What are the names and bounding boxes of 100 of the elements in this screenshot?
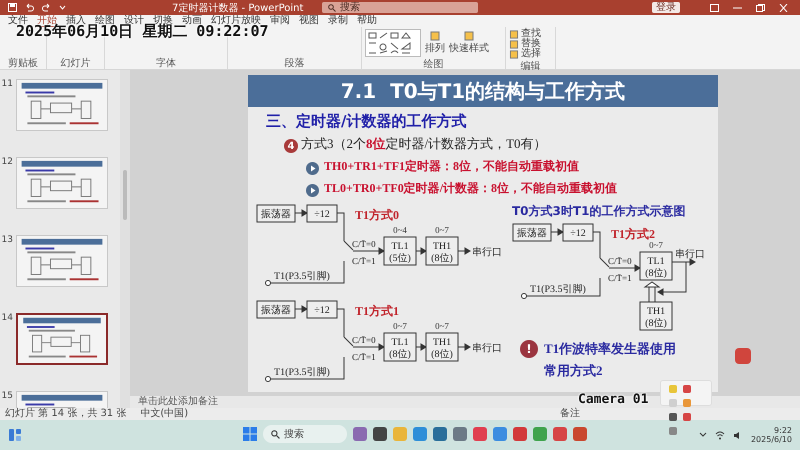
ribbon-button[interactable]: 排列: [425, 29, 445, 54]
square-icon: [509, 50, 519, 58]
app-icon[interactable]: [353, 427, 367, 441]
slide-counter: 幻灯片 第 14 张，共 31 张: [5, 408, 126, 420]
ribbon-tab[interactable]: 帮助: [357, 15, 377, 27]
pin-label: T1(P3.5引脚): [274, 367, 330, 378]
sign-in-button[interactable]: 登录: [652, 2, 680, 13]
app-icon[interactable]: [553, 427, 567, 441]
restore-icon[interactable]: [756, 4, 765, 12]
switch-label: C/T̄=1: [608, 273, 632, 283]
item-text: 方式3（2个8位定时器/计数器方式，T0有）: [301, 135, 547, 153]
bullet-text: TL0+TR0+TF0定时器/计数器：8位，不能自动重载初值: [324, 180, 618, 197]
scrollbar-thumb[interactable]: [123, 170, 127, 220]
oscillator-block: 振荡器: [256, 204, 296, 222]
ribbon-group-label: 段落: [284, 58, 306, 69]
oscillator-block: 振荡器: [256, 300, 296, 318]
start-icon[interactable]: [243, 427, 257, 441]
app-icon[interactable]: [513, 427, 527, 441]
diagram-caption: T0方式3时T1的工作方式示意图: [512, 203, 686, 220]
app-icon[interactable]: [373, 427, 387, 441]
ribbon-group-label: 编辑: [520, 61, 542, 72]
notes-field[interactable]: 单击此处添加备注: [138, 396, 218, 407]
register-block: TL1 (8位): [640, 252, 672, 280]
redo-icon[interactable]: [42, 3, 51, 12]
ribbon-tab[interactable]: 视图: [299, 15, 319, 27]
register-block: TH1 (8位): [426, 332, 458, 362]
ribbon-button[interactable]: 选择: [509, 49, 541, 59]
caret-icon[interactable]: [59, 3, 66, 12]
divider-block: ÷12: [562, 224, 594, 242]
save-icon[interactable]: [8, 3, 17, 12]
ribbon-group-label: 剪贴板: [7, 58, 39, 69]
close-icon[interactable]: [779, 4, 788, 12]
ribbon-group-label: 绘图: [422, 59, 444, 70]
search-icon: [328, 4, 336, 12]
square-icon: [509, 40, 519, 48]
undo-icon[interactable]: [25, 3, 34, 12]
square-icon: [464, 29, 474, 43]
output-label: 串行口: [472, 247, 502, 258]
note-text: 常用方式2: [544, 362, 604, 380]
ribbon-group-label: 字体: [155, 58, 177, 69]
bullet-text: TH0+TR1+TF1定时器：8位，不能自动重载初值: [324, 158, 580, 175]
chevron-icon[interactable]: [698, 432, 707, 438]
oscillator-block: 振荡器: [512, 224, 552, 242]
ribbon-button[interactable]: 替换: [509, 39, 541, 49]
pin-label: T1(P3.5引脚): [530, 284, 586, 295]
slide-heading: 三、定时器/计数器的工作方式: [266, 112, 466, 131]
slide-thumbnail[interactable]: [16, 313, 108, 365]
ribbon-tab[interactable]: 审阅: [270, 15, 290, 27]
app-icon[interactable]: [433, 427, 447, 441]
clock-time: 9:22: [774, 426, 792, 435]
switch-label: C/T̄=1: [352, 256, 376, 266]
shapes-gallery-icon[interactable]: [365, 29, 421, 57]
app-floating-icon[interactable]: [735, 348, 751, 364]
language-label[interactable]: 中文(中国): [140, 408, 188, 420]
bit-range-label: 0~7: [649, 240, 663, 250]
square-icon: [430, 29, 440, 43]
widgets-icon[interactable]: [8, 428, 22, 442]
divider-block: ÷12: [306, 300, 338, 318]
slide-number: 13: [0, 235, 13, 245]
output-label: 串行口: [472, 343, 502, 354]
bit-range-label: 0~7: [435, 321, 449, 331]
notes-button[interactable]: 备注: [560, 408, 580, 420]
taskbar-search-field[interactable]: 搜索: [263, 425, 347, 443]
alert-badge: !: [520, 340, 538, 358]
switch-label: C/T̄=0: [608, 256, 632, 266]
slide-number: 12: [0, 157, 13, 167]
output-label: 串行口: [675, 249, 705, 260]
play-icon: [306, 184, 319, 197]
app-icon[interactable]: [573, 427, 587, 441]
number-badge: 4: [284, 139, 298, 153]
search-field[interactable]: 搜索: [322, 2, 478, 13]
bit-range-label: 0~7: [435, 225, 449, 235]
diagram-title: T1方式0: [355, 208, 400, 222]
register-block: TL1 (5位): [384, 236, 416, 266]
register-block: TL1 (8位): [384, 332, 416, 362]
ribbon-button[interactable]: 查找: [509, 29, 541, 39]
switch-label: C/T̄=1: [352, 352, 376, 362]
register-block: TH1 (8位): [640, 302, 672, 330]
clock-date: 2025/6/10: [750, 435, 792, 444]
ribbon-display-icon[interactable]: [710, 4, 719, 12]
switch-label: C/T̄=0: [352, 239, 376, 249]
ribbon-group-label: 幻灯片: [60, 58, 92, 69]
window-title: 7定时器计数器 - PowerPoint: [172, 2, 304, 14]
divider-block: ÷12: [306, 204, 338, 222]
app-icon[interactable]: [473, 427, 487, 441]
ribbon-button[interactable]: 快速样式: [449, 29, 489, 54]
bit-range-label: 0~7: [393, 321, 407, 331]
switch-label: C/T̄=0: [352, 335, 376, 345]
slide-title: 7.1 T0与T1的结构与工作方式: [248, 75, 718, 107]
camera-label: Camera 01: [578, 393, 648, 407]
bit-range-label: 0~4: [393, 225, 407, 235]
ribbon-tab[interactable]: 录制: [328, 15, 348, 27]
search-icon: [271, 430, 280, 438]
diagram-title: T1方式2: [611, 227, 656, 241]
square-icon: [509, 30, 519, 38]
slide-number: 14: [0, 313, 13, 323]
wifi-icon[interactable]: [714, 430, 725, 440]
app-icon[interactable]: [453, 427, 467, 441]
play-icon: [306, 162, 319, 175]
pin-label: T1(P3.5引脚): [274, 271, 330, 282]
